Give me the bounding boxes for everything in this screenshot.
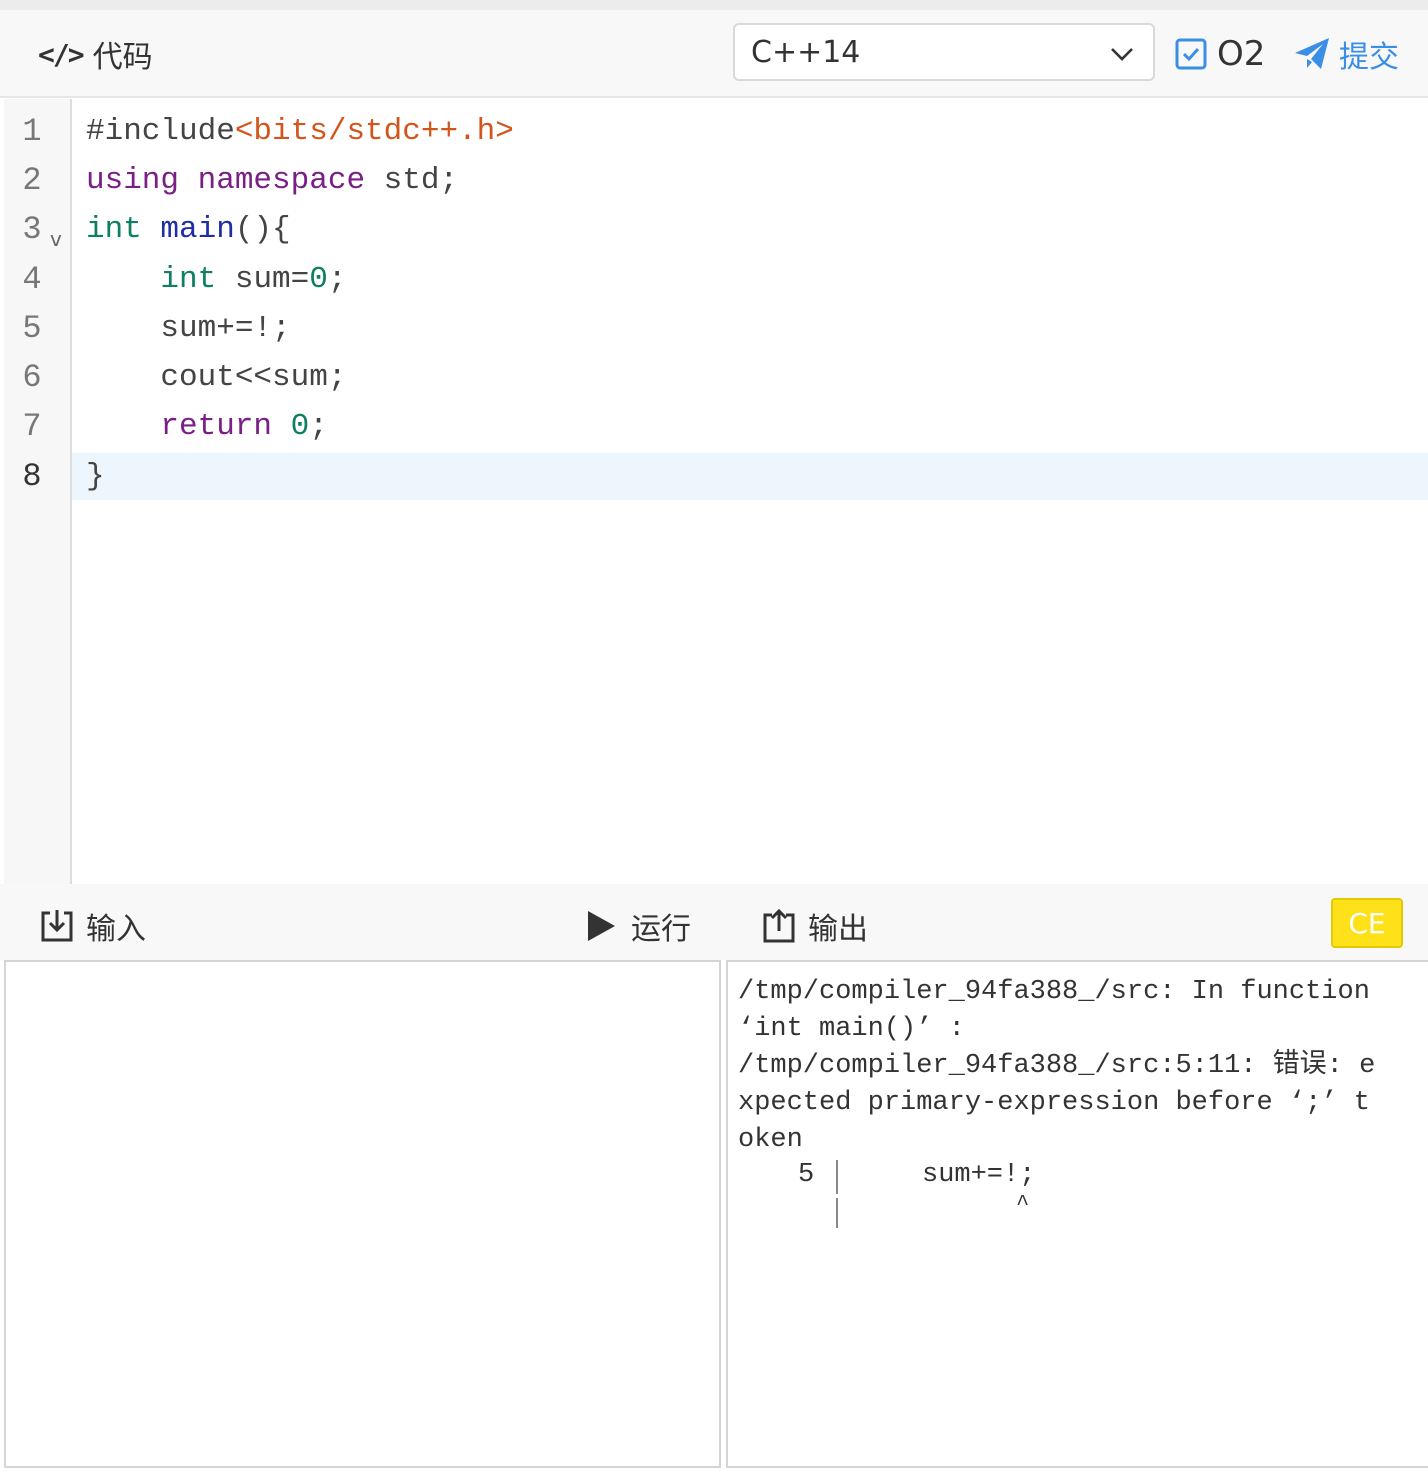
- input-label: 输入: [86, 912, 146, 947]
- line-number: 6: [22, 359, 42, 396]
- submit-label: 提交: [1339, 40, 1399, 75]
- code-icon: </>: [38, 37, 85, 71]
- code-line: #include<bits/stdc++.h>: [86, 114, 514, 149]
- output-panel: /tmp/compiler_94fa388_/src: In function …: [726, 960, 1428, 1468]
- code-line: return 0;: [160, 409, 328, 444]
- snippet-line-number: 5: [798, 1160, 815, 1190]
- code-editor[interactable]: 1 2 3 4 5 6 7 8 v #include<bits/stdc++.h…: [4, 99, 1428, 884]
- code-line: using namespace std;: [86, 163, 459, 198]
- snippet-divider: [836, 1160, 838, 1194]
- output-label: 输出: [808, 912, 868, 947]
- o2-label: O2: [1217, 34, 1266, 74]
- snippet-divider: [836, 1198, 838, 1228]
- line-number: 7: [22, 408, 42, 445]
- upload-box-icon: [763, 908, 795, 943]
- output-tab[interactable]: 输出: [760, 904, 868, 948]
- code-title: </> 代码: [38, 32, 153, 76]
- code-header: </> 代码 C++14 O2 提交: [0, 10, 1428, 98]
- line-number: 8: [22, 458, 42, 495]
- code-line: int sum=0;: [160, 262, 347, 297]
- code-line: sum+=!;: [86, 311, 291, 346]
- snippet-caret: ^: [1016, 1192, 1030, 1217]
- code-line: }: [86, 459, 105, 494]
- fold-marker-icon[interactable]: v: [50, 227, 62, 251]
- line-number: 1: [22, 113, 42, 150]
- input-tab[interactable]: 输入: [38, 904, 146, 948]
- play-icon: [588, 911, 615, 941]
- language-select-value: C++14: [751, 34, 861, 70]
- top-border: [0, 0, 1428, 10]
- compiler-error-message: /tmp/compiler_94fa388_/src: In function …: [738, 977, 1376, 1155]
- language-select[interactable]: C++14: [733, 23, 1155, 81]
- code-line: int main(){: [86, 212, 291, 247]
- download-box-icon: [41, 910, 73, 942]
- line-number: 5: [22, 310, 42, 347]
- input-textarea[interactable]: [4, 960, 721, 1468]
- line-number: 2: [22, 162, 42, 199]
- line-number: 4: [22, 261, 42, 298]
- run-button[interactable]: 运行: [583, 904, 691, 948]
- paper-plane-icon: [1295, 38, 1329, 69]
- active-line-highlight: [4, 453, 1428, 500]
- submit-button[interactable]: 提交: [1293, 32, 1399, 76]
- code-line: cout<<sum;: [86, 360, 347, 395]
- run-label: 运行: [631, 912, 691, 947]
- io-toolbar: 输入 运行 输出 CE: [0, 884, 1428, 960]
- code-title-label: 代码: [92, 40, 153, 75]
- checkbox-checked-icon: [1175, 38, 1207, 70]
- o2-toggle[interactable]: O2: [1175, 32, 1265, 76]
- status-badge: CE: [1331, 898, 1403, 948]
- chevron-down-icon: [1111, 48, 1133, 61]
- snippet-code: sum+=!;: [922, 1160, 1036, 1190]
